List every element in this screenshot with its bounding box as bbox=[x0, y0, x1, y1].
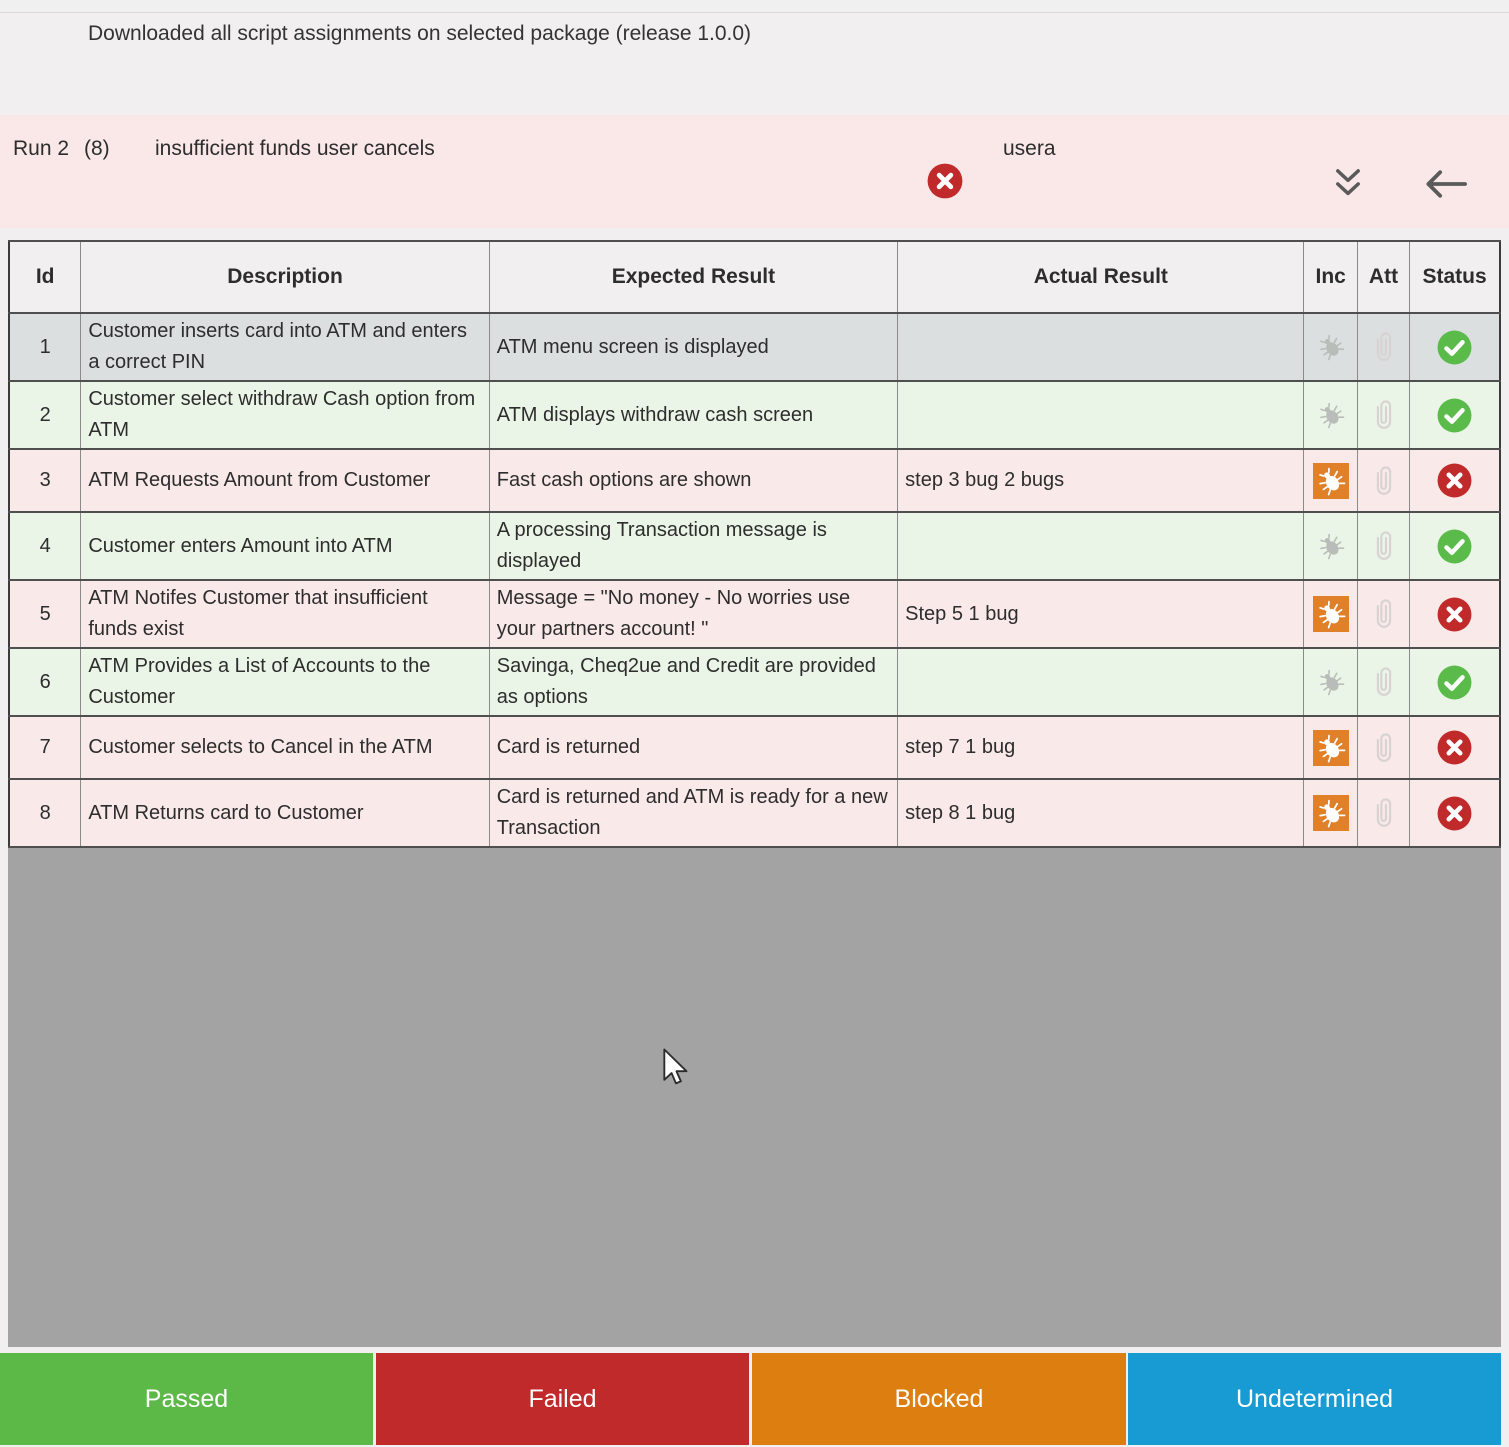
step-actual[interactable]: Step 5 1 bug bbox=[898, 580, 1304, 648]
table-row[interactable]: 7 Customer selects to Cancel in the ATM … bbox=[9, 716, 1500, 779]
step-expected: Message = "No money - No worries use you… bbox=[489, 580, 897, 648]
passed-button[interactable]: Passed bbox=[0, 1353, 373, 1445]
paperclip-icon[interactable] bbox=[1373, 666, 1395, 698]
step-actual[interactable] bbox=[898, 381, 1304, 449]
bug-incident-icon[interactable] bbox=[1313, 463, 1349, 499]
paperclip-icon[interactable] bbox=[1373, 465, 1395, 497]
column-header-att: Att bbox=[1357, 241, 1409, 313]
status-passed-icon bbox=[1436, 664, 1473, 701]
step-expected: Card is returned bbox=[489, 716, 897, 779]
test-steps-table: Id Description Expected Result Actual Re… bbox=[8, 240, 1501, 848]
table-row[interactable]: 4 Customer enters Amount into ATM A proc… bbox=[9, 512, 1500, 580]
run-user: usera bbox=[1003, 137, 1056, 161]
step-expected: ATM displays withdraw cash screen bbox=[489, 381, 897, 449]
step-actual[interactable] bbox=[898, 313, 1304, 381]
step-expected: Fast cash options are shown bbox=[489, 449, 897, 512]
step-id: 4 bbox=[9, 512, 81, 580]
column-header-id: Id bbox=[9, 241, 81, 313]
step-id: 5 bbox=[9, 580, 81, 648]
status-failed-icon bbox=[1436, 462, 1473, 499]
run-label: Run 2 bbox=[13, 137, 69, 161]
step-description: ATM Returns card to Customer bbox=[81, 779, 489, 847]
step-description: Customer enters Amount into ATM bbox=[81, 512, 489, 580]
step-id: 6 bbox=[9, 648, 81, 716]
column-header-expected-result: Expected Result bbox=[489, 241, 897, 313]
step-actual[interactable]: step 8 1 bug bbox=[898, 779, 1304, 847]
step-id: 2 bbox=[9, 381, 81, 449]
step-id: 8 bbox=[9, 779, 81, 847]
step-actual[interactable]: step 7 1 bug bbox=[898, 716, 1304, 779]
step-description: Customer selects to Cancel in the ATM bbox=[81, 716, 489, 779]
step-expected: Card is returned and ATM is ready for a … bbox=[489, 779, 897, 847]
paperclip-icon[interactable] bbox=[1373, 399, 1395, 431]
paperclip-icon[interactable] bbox=[1373, 732, 1395, 764]
step-description: ATM Provides a List of Accounts to the C… bbox=[81, 648, 489, 716]
table-row[interactable]: 1 Customer inserts card into ATM and ent… bbox=[9, 313, 1500, 381]
double-chevron-down-icon[interactable] bbox=[1330, 168, 1366, 200]
step-description: ATM Requests Amount from Customer bbox=[81, 449, 489, 512]
mouse-cursor bbox=[662, 1048, 690, 1086]
table-row[interactable]: 6 ATM Provides a List of Accounts to the… bbox=[9, 648, 1500, 716]
table-row[interactable]: 8 ATM Returns card to Customer Card is r… bbox=[9, 779, 1500, 847]
table-row[interactable]: 5 ATM Notifes Customer that insufficient… bbox=[9, 580, 1500, 648]
column-header-actual-result: Actual Result bbox=[898, 241, 1304, 313]
step-id: 1 bbox=[9, 313, 81, 381]
bug-incident-icon[interactable] bbox=[1313, 795, 1349, 831]
bug-icon[interactable] bbox=[1313, 664, 1349, 700]
bug-icon[interactable] bbox=[1313, 329, 1349, 365]
status-button-bar: Passed Failed Blocked Undetermined bbox=[0, 1353, 1509, 1445]
run-header-bar: Run 2 (8) insufficient funds user cancel… bbox=[0, 115, 1509, 228]
step-expected: A processing Transaction message is disp… bbox=[489, 512, 897, 580]
column-header-inc: Inc bbox=[1304, 241, 1357, 313]
status-failed-icon bbox=[1436, 795, 1473, 832]
step-actual[interactable] bbox=[898, 512, 1304, 580]
step-description: ATM Notifes Customer that insufficient f… bbox=[81, 580, 489, 648]
paperclip-icon[interactable] bbox=[1373, 598, 1395, 630]
step-id: 3 bbox=[9, 449, 81, 512]
status-passed-icon bbox=[1436, 528, 1473, 565]
run-title: insufficient funds user cancels bbox=[155, 137, 435, 161]
status-failed-icon bbox=[1436, 729, 1473, 766]
undetermined-button[interactable]: Undetermined bbox=[1128, 1353, 1501, 1445]
paperclip-icon[interactable] bbox=[1373, 530, 1395, 562]
table-row[interactable]: 2 Customer select withdraw Cash option f… bbox=[9, 381, 1500, 449]
status-passed-icon bbox=[1436, 329, 1473, 366]
top-divider bbox=[0, 0, 1509, 13]
table-header-row: Id Description Expected Result Actual Re… bbox=[9, 241, 1500, 313]
column-header-description: Description bbox=[81, 241, 489, 313]
status-passed-icon bbox=[1436, 397, 1473, 434]
run-step-count: (8) bbox=[84, 137, 110, 161]
status-message: Downloaded all script assignments on sel… bbox=[88, 22, 751, 46]
bug-icon[interactable] bbox=[1313, 397, 1349, 433]
blocked-button[interactable]: Blocked bbox=[752, 1353, 1126, 1445]
bug-icon[interactable] bbox=[1313, 528, 1349, 564]
paperclip-icon[interactable] bbox=[1373, 331, 1395, 363]
back-arrow-icon[interactable] bbox=[1424, 167, 1468, 201]
step-expected: ATM menu screen is displayed bbox=[489, 313, 897, 381]
run-failed-status-icon bbox=[926, 162, 964, 200]
bug-incident-icon[interactable] bbox=[1313, 596, 1349, 632]
step-actual[interactable] bbox=[898, 648, 1304, 716]
bug-incident-icon[interactable] bbox=[1313, 730, 1349, 766]
column-header-status: Status bbox=[1410, 241, 1500, 313]
step-id: 7 bbox=[9, 716, 81, 779]
step-description: Customer inserts card into ATM and enter… bbox=[81, 313, 489, 381]
failed-button[interactable]: Failed bbox=[376, 1353, 749, 1445]
table-row[interactable]: 3 ATM Requests Amount from Customer Fast… bbox=[9, 449, 1500, 512]
step-actual[interactable]: step 3 bug 2 bugs bbox=[898, 449, 1304, 512]
step-expected: Savinga, Cheq2ue and Credit are provided… bbox=[489, 648, 897, 716]
empty-workspace-area bbox=[8, 848, 1501, 1347]
status-failed-icon bbox=[1436, 596, 1473, 633]
step-description: Customer select withdraw Cash option fro… bbox=[81, 381, 489, 449]
paperclip-icon[interactable] bbox=[1373, 797, 1395, 829]
